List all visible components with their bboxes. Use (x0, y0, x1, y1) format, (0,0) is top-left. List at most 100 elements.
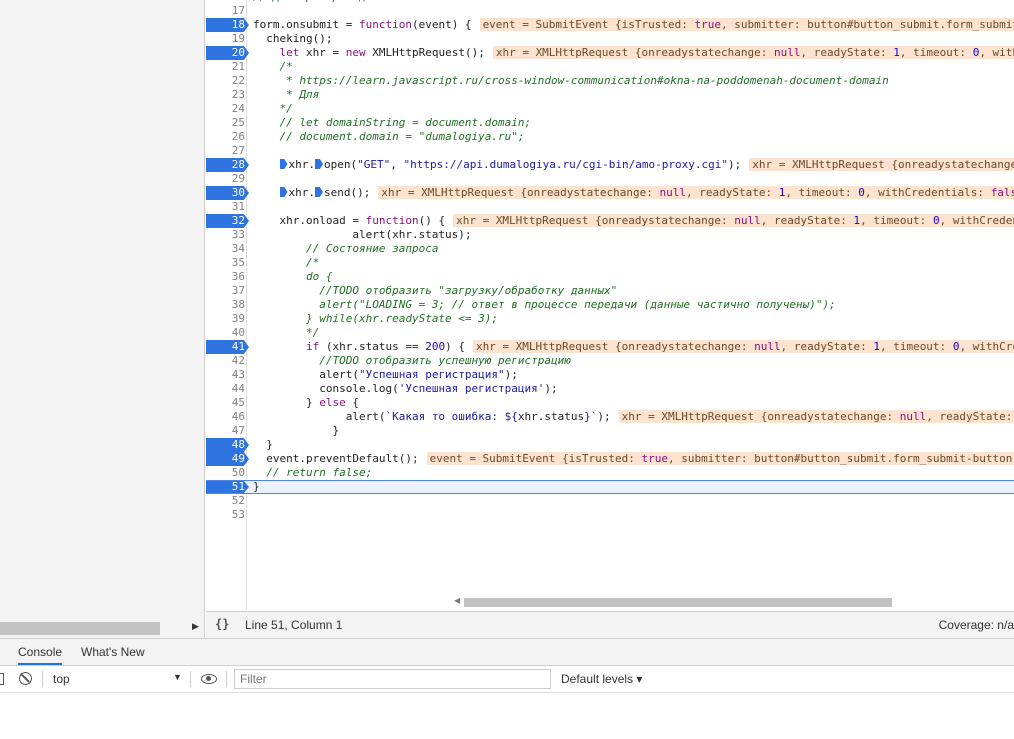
code-line[interactable]: 38 alert("LOADING = 3; // ответ в процес… (206, 298, 1014, 312)
navigator-scroll-right-icon[interactable]: ▶ (192, 621, 199, 632)
code-line[interactable]: 31 (206, 200, 1014, 214)
breakpoint-marker[interactable]: 49 (206, 452, 249, 466)
tab-console[interactable]: Console (18, 645, 63, 665)
code-line[interactable]: 28 xhr. open("GET", "https://api.dumalogi… (206, 158, 1014, 172)
breakpoint-marker[interactable]: 18 (206, 18, 249, 32)
code-line[interactable]: 43 alert("Успешная регистрация"); (206, 368, 1014, 382)
code-line[interactable]: 41 if (xhr.status == 200) {xhr = XMLHttp… (206, 340, 1014, 354)
code-line[interactable]: 30 xhr. send(); xhr = XMLHttpRequest {onre… (206, 186, 1014, 200)
code-line[interactable]: 21 /* (206, 60, 1014, 74)
code-line[interactable]: 22 * https://learn.javascript.ru/cross-w… (206, 74, 1014, 88)
code-text: * Для (279, 88, 320, 101)
line-number[interactable]: 35 (206, 256, 245, 270)
line-number[interactable]: 46 (206, 410, 245, 424)
line-number[interactable]: 37 (206, 284, 245, 298)
code-line[interactable]: 36 do { (206, 270, 1014, 284)
log-levels-dropdown[interactable]: Default levels ▾ (561, 672, 642, 686)
line-number[interactable]: 42 (206, 354, 245, 368)
line-number[interactable]: 19 (206, 32, 245, 46)
code-text: /* (305, 256, 320, 269)
scrollbar-thumb[interactable] (464, 598, 892, 607)
eye-icon[interactable] (201, 674, 217, 684)
line-number[interactable]: 43 (206, 368, 245, 382)
code-line[interactable]: 37 //TODO отобразить "загрузку/обработку… (206, 284, 1014, 298)
code-line[interactable]: 17 (206, 4, 1014, 18)
breakpoint-marker[interactable]: 51 (206, 481, 249, 493)
code-text: } (253, 480, 260, 493)
pretty-print-icon[interactable]: {} (215, 617, 229, 631)
code-line[interactable]: 25 // let domainString = document.domain… (206, 116, 1014, 130)
code-line[interactable]: 42 //TODO отобразить успешную регистраци… (206, 354, 1014, 368)
line-number[interactable]: 31 (206, 200, 245, 214)
context-selector[interactable]: top (53, 672, 70, 686)
editor-horizontal-scrollbar[interactable]: ◀ ▶ (454, 596, 1014, 608)
clear-console-icon[interactable] (19, 672, 32, 685)
breakpoint-marker[interactable]: 48 (206, 438, 249, 452)
line-number[interactable]: 26 (206, 130, 245, 144)
line-number[interactable]: 44 (206, 382, 245, 396)
code-editor[interactable]: // Для проверки данных1718form.onsubmit … (206, 0, 1014, 610)
code-line[interactable]: 45 } else { (206, 396, 1014, 410)
chevron-down-icon[interactable]: ▼ (173, 672, 182, 682)
breakpoint-marker[interactable]: 30 (206, 186, 249, 200)
cursor-position: Line 51, Column 1 (245, 618, 343, 632)
code-line[interactable]: 20 let xhr = new XMLHttpRequest(); xhr = … (206, 46, 1014, 60)
breakpoint-marker[interactable]: 28 (206, 158, 249, 172)
code-line[interactable]: 49 event.preventDefault(); event = Submit… (206, 452, 1014, 466)
navigator-scrollbar[interactable] (0, 622, 160, 635)
code-line[interactable]: 50 // return false; (206, 466, 1014, 480)
code-line[interactable]: 18 form.onsubmit = function(event) {event… (206, 18, 1014, 32)
line-number[interactable]: 24 (206, 102, 245, 116)
line-number[interactable]: 22 (206, 74, 245, 88)
code-line[interactable]: 27 (206, 144, 1014, 158)
code-text: // document.domain = "dumalogiya.ru"; (279, 130, 525, 143)
line-number[interactable]: 40 (206, 326, 245, 340)
line-number[interactable]: 36 (206, 270, 245, 284)
line-number[interactable]: 47 (206, 424, 245, 438)
code-line[interactable]: 35 /* (206, 256, 1014, 270)
code-line[interactable]: 26 // document.domain = "dumalogiya.ru"; (206, 130, 1014, 144)
line-number[interactable]: 29 (206, 172, 245, 186)
scroll-left-icon[interactable]: ◀ (454, 596, 460, 605)
line-number[interactable]: 50 (206, 466, 245, 480)
filter-input[interactable] (234, 669, 551, 689)
code-text: //TODO отобразить успешную регистрацию (319, 354, 571, 367)
code-line[interactable]: 44 console.log('Успешная регистрация'); (206, 382, 1014, 396)
breakpoint-marker[interactable]: 41 (206, 340, 249, 354)
code-text: */ (305, 326, 320, 339)
code-line[interactable]: 34 // Состояние запроса (206, 242, 1014, 256)
line-number[interactable]: 45 (206, 396, 245, 410)
line-number[interactable]: 34 (206, 242, 245, 256)
code-line[interactable]: 39 } while(xhr.readyState <= 3); (206, 312, 1014, 326)
code-line[interactable]: 52 (206, 494, 1014, 508)
code-line[interactable]: 51} (206, 480, 1014, 494)
line-number[interactable]: 53 (206, 508, 245, 522)
code-line[interactable]: 32 xhr.onload = function() {xhr = XMLHtt… (206, 214, 1014, 228)
line-number[interactable]: 21 (206, 60, 245, 74)
code-line[interactable]: 53 (206, 508, 1014, 522)
code-text: event.preventDefault(); event = SubmitEve… (253, 452, 1014, 466)
code-line[interactable]: 23 * Для (206, 88, 1014, 102)
line-number[interactable]: 52 (206, 494, 245, 508)
code-text: } (253, 424, 340, 437)
code-line[interactable]: 33 alert(xhr.status); (206, 228, 1014, 242)
code-line[interactable]: 24 */ (206, 102, 1014, 116)
line-number[interactable]: 23 (206, 88, 245, 102)
line-number[interactable]: 38 (206, 298, 245, 312)
code-line[interactable]: 48 } (206, 438, 1014, 452)
breakpoint-marker[interactable]: 20 (206, 46, 249, 60)
sidebar-toggle-icon[interactable] (0, 673, 4, 685)
tab-whats-new[interactable]: What's New (81, 645, 145, 659)
breakpoint-marker[interactable]: 32 (206, 214, 249, 228)
code-line[interactable]: 47 } (206, 424, 1014, 438)
line-number[interactable]: 27 (206, 144, 245, 158)
console-toolbar: top ▼ Default levels ▾ (0, 666, 1014, 693)
code-line[interactable]: 40 */ (206, 326, 1014, 340)
code-line[interactable]: 19 cheking(); (206, 32, 1014, 46)
line-number[interactable]: 39 (206, 312, 245, 326)
line-number[interactable]: 25 (206, 116, 245, 130)
line-number[interactable]: 33 (206, 228, 245, 242)
code-line[interactable]: 46 alert(`Какая то ошибка: ${xhr.status}… (206, 410, 1014, 424)
line-number[interactable]: 17 (206, 4, 245, 18)
code-line[interactable]: 29 (206, 172, 1014, 186)
